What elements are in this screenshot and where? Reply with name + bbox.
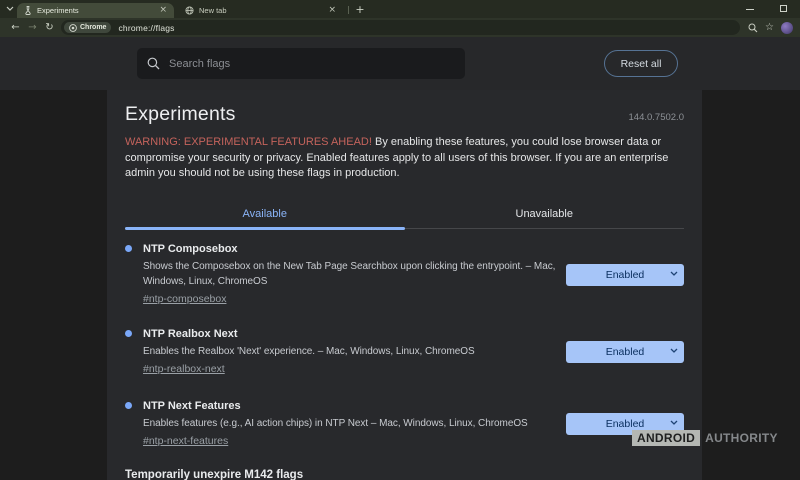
tab-search-icon[interactable] [3, 2, 16, 15]
minimize-icon [746, 9, 754, 10]
tab-title: New tab [199, 6, 323, 15]
flag-value-dropdown[interactable]: Enabled [566, 264, 684, 286]
back-icon[interactable]: ← [7, 20, 24, 35]
browser-toolbar: ← → ↻ Chrome chrome://flags ☆ [0, 18, 800, 37]
flag-value-dropdown[interactable]: Enabled [566, 341, 684, 363]
reload-icon[interactable]: ↻ [41, 20, 58, 35]
flags-search-box[interactable] [137, 48, 465, 79]
flag-permalink[interactable]: #ntp-realbox-next [143, 363, 225, 375]
watermark-authority: AUTHORITY [705, 431, 778, 445]
enabled-dot-icon [125, 402, 132, 409]
flask-icon [24, 6, 32, 15]
flag-name: NTP Composebox [143, 242, 562, 257]
chevron-down-icon [670, 420, 678, 425]
flag-list: NTP Composebox Shows the Composebox on t… [125, 242, 684, 449]
flag-name: NTP Realbox Next [143, 327, 562, 342]
flag-permalink[interactable]: #ntp-next-features [143, 435, 228, 447]
tab-title: Experiments [37, 6, 154, 15]
forward-icon[interactable]: → [24, 20, 41, 35]
warning-label: WARNING: EXPERIMENTAL FEATURES AHEAD! [125, 136, 372, 148]
address-bar[interactable]: Chrome chrome://flags [61, 20, 740, 35]
tab-strip: Experiments × New tab × + [0, 0, 800, 18]
window-controls [734, 0, 800, 18]
flags-content-panel: Experiments 144.0.7502.0 WARNING: EXPERI… [107, 90, 702, 480]
maximize-icon [780, 5, 787, 12]
search-input[interactable] [169, 58, 455, 70]
chevron-down-icon [670, 271, 678, 276]
new-tab-button[interactable]: + [353, 2, 367, 16]
toolbar-icons: ☆ [748, 22, 793, 34]
site-chip[interactable]: Chrome [64, 22, 111, 33]
title-row: Experiments 144.0.7502.0 [125, 103, 684, 126]
browser-window: Experiments × New tab × + ← → ↻ Chro [0, 0, 800, 480]
experimental-warning: WARNING: EXPERIMENTAL FEATURES AHEAD! By… [125, 135, 684, 182]
flag-name: NTP Next Features [143, 399, 562, 414]
tab-divider [348, 6, 349, 14]
page-title: Experiments [125, 103, 236, 126]
flag-row-ntp-composebox: NTP Composebox Shows the Composebox on t… [125, 242, 684, 307]
page-background: Experiments 144.0.7502.0 WARNING: EXPERI… [0, 90, 800, 480]
availability-tabs: Available Unavailable [125, 199, 684, 229]
unexpire-section-heading: Temporarily unexpire M142 flags [125, 469, 684, 480]
chrome-logo-icon [69, 24, 77, 32]
enabled-dot-icon [125, 245, 132, 252]
browser-tab-new-tab[interactable]: New tab × [178, 3, 343, 18]
search-icon [147, 57, 160, 70]
flag-description: Shows the Composebox on the New Tab Page… [143, 259, 562, 289]
flags-page-header: Reset all [0, 37, 800, 90]
version-number: 144.0.7502.0 [629, 112, 684, 123]
close-icon[interactable]: × [328, 6, 336, 15]
flag-description: Enables the Realbox 'Next' experience. –… [143, 344, 562, 359]
flag-row-ntp-next-features: NTP Next Features Enables features (e.g.… [125, 399, 684, 449]
close-icon[interactable]: × [159, 6, 167, 15]
profile-avatar[interactable] [781, 22, 793, 34]
tab-unavailable[interactable]: Unavailable [405, 199, 685, 228]
tab-available[interactable]: Available [125, 199, 405, 228]
watermark-android: ANDROID [632, 430, 700, 446]
bookmark-star-icon[interactable]: ☆ [765, 23, 774, 33]
zoom-icon[interactable] [748, 23, 758, 33]
url-text: chrome://flags [118, 23, 174, 33]
site-chip-label: Chrome [80, 24, 106, 31]
flag-description: Enables features (e.g., AI action chips)… [143, 416, 562, 431]
android-authority-watermark: ANDROID AUTHORITY [632, 430, 778, 446]
chevron-down-icon [670, 348, 678, 353]
flag-row-ntp-realbox-next: NTP Realbox Next Enables the Realbox 'Ne… [125, 327, 684, 377]
flag-permalink[interactable]: #ntp-composebox [143, 293, 226, 305]
maximize-button[interactable] [767, 0, 800, 18]
minimize-button[interactable] [734, 0, 767, 18]
globe-icon [185, 6, 194, 15]
reset-all-button[interactable]: Reset all [604, 50, 678, 77]
enabled-dot-icon [125, 330, 132, 337]
browser-tab-experiments[interactable]: Experiments × [17, 3, 174, 18]
